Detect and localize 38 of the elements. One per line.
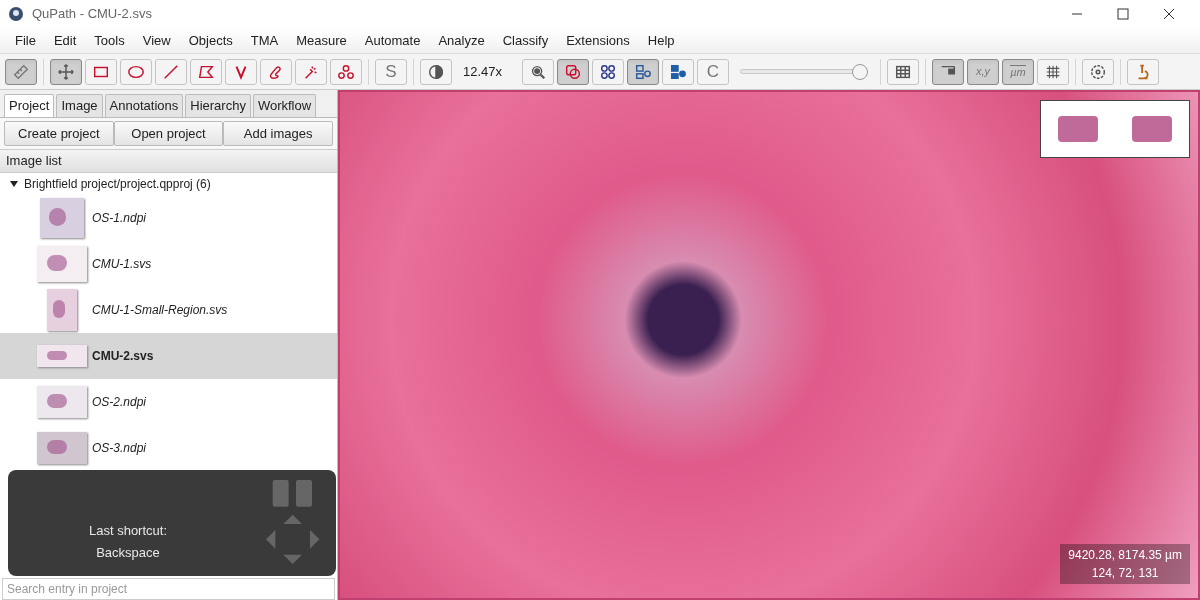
menu-item[interactable]: Edit: [44, 30, 86, 51]
image-name: OS-3.ndpi: [92, 440, 147, 457]
project-button[interactable]: Create project: [4, 121, 114, 146]
menu-item[interactable]: Help: [638, 30, 684, 51]
shortcut-title: Last shortcut:: [88, 522, 167, 540]
zoom-level: 12.47x: [462, 62, 504, 81]
image-name: CMU-1-Small-Region.svs: [92, 302, 228, 319]
menu-item[interactable]: Extensions: [557, 30, 639, 51]
project-button[interactable]: Add images: [223, 121, 333, 146]
menu-item[interactable]: View: [133, 30, 180, 51]
project-tree-root[interactable]: Brightfield project/project.qpproj (6): [24, 175, 211, 193]
menu-item[interactable]: Tools: [85, 30, 134, 51]
search-field[interactable]: Search entry in project: [2, 578, 335, 600]
tool-button[interactable]: C: [697, 58, 729, 85]
cursor-coordinates: 9420.28, 8174.35 µm: [1068, 547, 1182, 564]
panel-tab[interactable]: Image: [56, 94, 103, 117]
window-title: QuPath - CMU-2.svs: [32, 5, 152, 24]
panel-tab[interactable]: Hierarchy: [185, 94, 251, 117]
tool-button[interactable]: S: [375, 58, 407, 85]
panel-tab[interactable]: Workflow: [252, 94, 317, 117]
shortcut-key: Backspace: [96, 542, 160, 562]
panel-tab[interactable]: Annotations: [104, 94, 184, 117]
menu-item[interactable]: TMA: [241, 30, 288, 51]
image-name: CMU-2.svs: [92, 348, 154, 365]
pixel-rgb-value: 124, 72, 131: [1091, 565, 1159, 582]
menu-item[interactable]: File: [6, 30, 45, 51]
menu-item[interactable]: Objects: [179, 30, 242, 51]
image-name: OS-1.ndpi: [92, 210, 147, 227]
image-name: OS-2.ndpi: [92, 394, 147, 411]
menu-item[interactable]: Measure: [287, 30, 356, 51]
menu-item[interactable]: Automate: [355, 30, 430, 51]
panel-tab[interactable]: Project: [4, 94, 55, 117]
image-list-item[interactable]: CMU-2.svs: [0, 333, 337, 379]
menu-item[interactable]: Analyze: [429, 30, 494, 51]
image-name: CMU-1.svs: [92, 256, 152, 273]
project-button[interactable]: Open project: [113, 121, 224, 146]
menu-item[interactable]: Classify: [493, 30, 558, 51]
image-list-header: Image list: [0, 149, 337, 173]
